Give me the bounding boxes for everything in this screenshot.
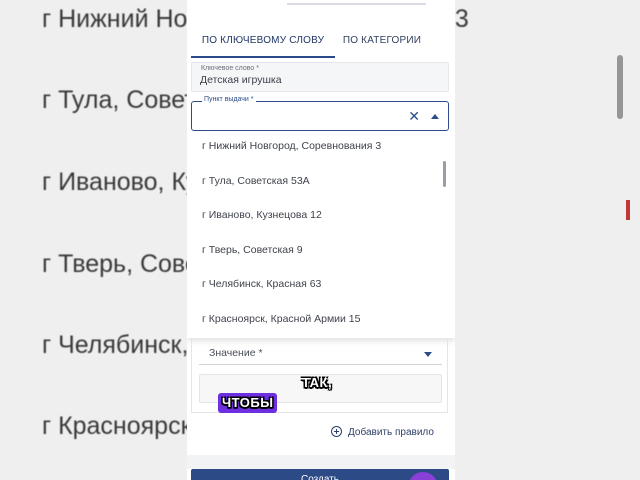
dropdown-scrollbar[interactable] [443,161,446,187]
tab-by-keyword[interactable]: ПО КЛЮЧЕВОМУ СЛОВУ [191,28,335,58]
dropdown-option[interactable]: г Красноярск, Красной Армии 15 [202,313,361,325]
keyword-field-label: Ключевое слово * [201,65,259,72]
caption-word-highlighted: ЧТОБЫ [218,393,278,413]
chevron-up-icon[interactable] [431,114,439,119]
caption-word: ТАК, [302,375,333,390]
pickup-point-select[interactable]: Пункт выдачи * ✕ [191,96,449,131]
add-rule-button[interactable]: Добавить правило [331,426,434,440]
dropdown-option[interactable]: г Иваново, Кузнецова 12 [202,209,322,221]
close-icon[interactable]: ✕ [408,109,420,123]
tab-by-category[interactable]: ПО КАТЕГОРИИ [341,28,423,58]
dropdown-option[interactable]: г Нижний Новгород, Соревнования 3 [202,140,381,152]
section-separator [187,455,455,469]
pickup-point-dropdown: г Нижний Новгород, Соревнования 3 г Тула… [187,131,455,338]
top-tab-indicator [287,0,426,5]
keyword-field-value: Детская игрушка [200,74,282,86]
dropdown-option[interactable]: г Тверь, Советская 9 [202,244,303,256]
dropdown-option[interactable]: г Челябинск, Красная 63 [202,278,321,290]
pickup-point-label: Пункт выдачи * [202,96,256,103]
dropdown-option[interactable]: г Тула, Советская 53А [202,175,310,187]
keyword-field[interactable]: Ключевое слово * Детская игрушка [191,62,449,92]
search-mode-tabs: ПО КЛЮЧЕВОМУ СЛОВУ ПО КАТЕГОРИИ [191,28,451,58]
add-rule-label: Добавить правило [348,427,434,438]
value-select[interactable]: Значение * [199,343,442,365]
chevron-down-icon[interactable] [424,352,432,357]
plus-circle-icon [331,426,342,437]
value-select-label: Значение * [209,347,263,359]
